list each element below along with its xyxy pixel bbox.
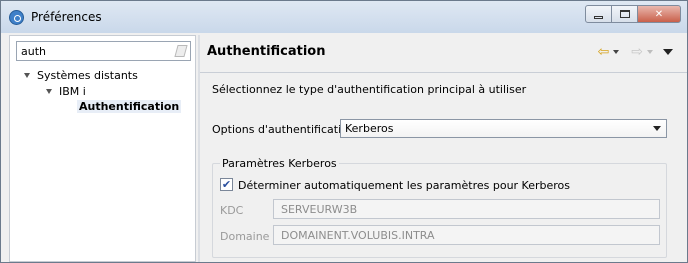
title-bar[interactable]: Préférences ✕ xyxy=(1,1,687,33)
filter-box xyxy=(16,41,191,61)
page-description: Sélectionnez le type d'authentification … xyxy=(212,83,527,96)
maximize-icon xyxy=(619,10,630,18)
window-controls: ✕ xyxy=(585,5,681,23)
tree-item-label: Authentification xyxy=(77,99,182,113)
expand-arrow-icon[interactable] xyxy=(46,88,52,94)
title-separator xyxy=(200,72,687,73)
tree-item-ibm-i[interactable]: IBM i xyxy=(46,83,86,99)
back-history-dropdown[interactable] xyxy=(613,50,620,54)
navigation-toolbar: ⇦ ⇨ xyxy=(598,44,673,60)
filter-input[interactable] xyxy=(19,43,173,59)
preference-tree-pane: Systèmes distants IBM i Authentification xyxy=(9,35,196,262)
auth-options-select[interactable]: Kerberos xyxy=(340,119,667,138)
tree-item-authentification[interactable]: Authentification xyxy=(77,98,182,114)
domain-value: DOMAINENT.VOLUBIS.INTRA xyxy=(281,229,435,242)
forward-arrow-icon[interactable]: ⇨ xyxy=(631,45,643,59)
preference-page: Authentification ⇦ ⇨ Sélectionnez le typ… xyxy=(200,35,687,262)
tree-item-systemes-distants[interactable]: Systèmes distants xyxy=(24,67,138,83)
view-menu-icon[interactable] xyxy=(663,49,673,55)
preferences-window: Préférences ✕ Systèmes distants IBM i Au… xyxy=(0,0,688,263)
eclipse-icon xyxy=(9,10,24,25)
checkmark-icon: ✔ xyxy=(221,178,232,191)
kdc-field[interactable]: SERVEURW3B xyxy=(273,199,660,219)
domain-field[interactable]: DOMAINENT.VOLUBIS.INTRA xyxy=(273,225,660,245)
kdc-value: SERVEURW3B xyxy=(281,203,358,216)
tree-item-label: Systèmes distants xyxy=(37,68,138,82)
tree-item-label: IBM i xyxy=(59,84,86,98)
domain-label: Domaine xyxy=(220,230,270,243)
forward-history-dropdown[interactable] xyxy=(647,50,653,54)
window-title: Préférences xyxy=(31,10,102,24)
minimize-button[interactable] xyxy=(585,5,612,23)
auto-kerberos-label[interactable]: Déterminer automatiquement les paramètre… xyxy=(238,179,570,192)
page-title: Authentification xyxy=(207,44,326,59)
close-icon: ✕ xyxy=(654,8,664,20)
auto-kerberos-checkbox[interactable]: ✔ xyxy=(220,178,233,191)
kerberos-group-title: Paramètres Kerberos xyxy=(220,157,339,170)
back-arrow-icon[interactable]: ⇦ xyxy=(598,45,610,59)
close-button[interactable]: ✕ xyxy=(637,5,681,23)
auth-options-value: Kerberos xyxy=(345,122,394,135)
clear-filter-icon[interactable] xyxy=(174,45,188,57)
expand-arrow-icon[interactable] xyxy=(24,72,30,78)
minimize-icon xyxy=(594,15,603,19)
maximize-button[interactable] xyxy=(611,5,638,23)
chevron-down-icon xyxy=(653,126,661,131)
kdc-label: KDC xyxy=(220,204,244,217)
auth-options-label: Options d'authentification xyxy=(212,123,355,136)
